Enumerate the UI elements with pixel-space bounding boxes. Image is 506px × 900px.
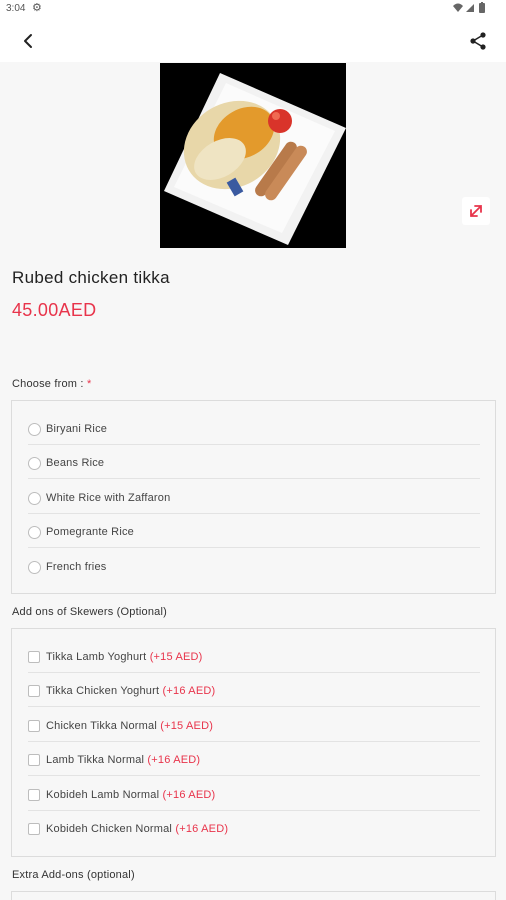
option-name: Kobideh Lamb Normal	[46, 789, 160, 801]
app-bar	[0, 18, 506, 62]
required-mark: *	[86, 378, 92, 390]
expand-image-button[interactable]	[462, 197, 490, 225]
option-label: Biryani Rice	[46, 423, 108, 435]
radio-button[interactable]	[28, 492, 41, 505]
radio-button[interactable]	[28, 526, 41, 539]
option-name: Kobideh Chicken Normal	[46, 823, 173, 835]
option-price: (+16 AED)	[147, 754, 201, 766]
checkbox-option-kobideh-chicken-normal[interactable]: Kobideh Chicken Normal (+16 AED)	[28, 811, 480, 845]
extra-options-box	[11, 891, 496, 900]
checkbox[interactable]	[28, 685, 40, 697]
option-name: Tikka Chicken Yoghurt	[46, 685, 160, 697]
choose-label-text: Choose from :	[12, 378, 84, 390]
option-name: Chicken Tikka Normal	[46, 720, 157, 732]
option-label: Tikka Lamb Yoghurt (+15 AED)	[46, 651, 203, 663]
option-price: (+16 AED)	[162, 789, 216, 801]
status-bar: 3:04 ⚙	[0, 0, 506, 18]
back-arrow-icon	[24, 34, 32, 48]
back-button[interactable]	[14, 27, 42, 55]
radio-option-beans-rice[interactable]: Beans Rice	[28, 445, 480, 479]
radio-option-pomegrante-rice[interactable]: Pomegrante Rice	[28, 514, 480, 548]
checkbox[interactable]	[28, 754, 40, 766]
product-price: 45.00AED	[12, 300, 97, 320]
settings-gear-icon: ⚙	[32, 2, 42, 14]
checkbox-option-chicken-tikka-normal[interactable]: Chicken Tikka Normal (+15 AED)	[28, 708, 480, 742]
option-name: Lamb Tikka Normal	[46, 754, 145, 766]
choose-options-box: Biryani Rice Beans Rice White Rice with …	[11, 400, 496, 594]
status-icons	[452, 2, 488, 17]
option-name: Tikka Lamb Yoghurt	[46, 651, 147, 663]
option-label: Kobideh Chicken Normal (+16 AED)	[46, 823, 228, 835]
radio-option-biryani-rice[interactable]: Biryani Rice	[28, 411, 480, 445]
option-label: White Rice with Zaffaron	[46, 492, 171, 504]
radio-button[interactable]	[28, 423, 41, 436]
option-label: Chicken Tikka Normal (+15 AED)	[46, 720, 213, 732]
skewers-section-label: Add ons of Skewers (Optional)	[12, 606, 167, 618]
radio-option-french-fries[interactable]: French fries	[28, 549, 480, 583]
option-label: Kobideh Lamb Normal (+16 AED)	[46, 789, 215, 801]
option-price: (+15 AED)	[160, 720, 214, 732]
product-title: Rubed chicken tikka	[12, 268, 170, 287]
checkbox-option-kobideh-lamb-normal[interactable]: Kobideh Lamb Normal (+16 AED)	[28, 777, 480, 811]
option-label: Lamb Tikka Normal (+16 AED)	[46, 754, 200, 766]
radio-button[interactable]	[28, 561, 41, 574]
checkbox-option-lamb-tikka-normal[interactable]: Lamb Tikka Normal (+16 AED)	[28, 742, 480, 776]
checkbox-option-tikka-lamb-yoghurt[interactable]: Tikka Lamb Yoghurt (+15 AED)	[28, 639, 480, 673]
radio-button[interactable]	[28, 457, 41, 470]
checkbox-option-tikka-chicken-yoghurt[interactable]: Tikka Chicken Yoghurt (+16 AED)	[28, 673, 480, 707]
option-label: Pomegrante Rice	[46, 526, 134, 538]
choose-section-label: Choose from : *	[12, 378, 91, 390]
status-time: 3:04	[6, 3, 26, 14]
checkbox[interactable]	[28, 720, 40, 732]
product-image[interactable]	[160, 63, 346, 248]
option-label: French fries	[46, 561, 107, 573]
option-price: (+15 AED)	[149, 651, 203, 663]
option-label: Tikka Chicken Yoghurt (+16 AED)	[46, 685, 215, 697]
skewers-options-box: Tikka Lamb Yoghurt (+15 AED) Tikka Chick…	[11, 628, 496, 857]
option-price: (+16 AED)	[162, 685, 216, 697]
share-button[interactable]	[464, 27, 492, 55]
option-label: Beans Rice	[46, 457, 105, 469]
share-icon	[470, 32, 486, 50]
expand-icon	[470, 205, 482, 217]
option-price: (+16 AED)	[175, 823, 229, 835]
checkbox[interactable]	[28, 823, 40, 835]
extra-section-label: Extra Add-ons (optional)	[12, 869, 135, 881]
checkbox[interactable]	[28, 789, 40, 801]
food-plate-image	[160, 63, 346, 248]
radio-option-white-rice-zaffaron[interactable]: White Rice with Zaffaron	[28, 480, 480, 514]
checkbox[interactable]	[28, 651, 40, 663]
